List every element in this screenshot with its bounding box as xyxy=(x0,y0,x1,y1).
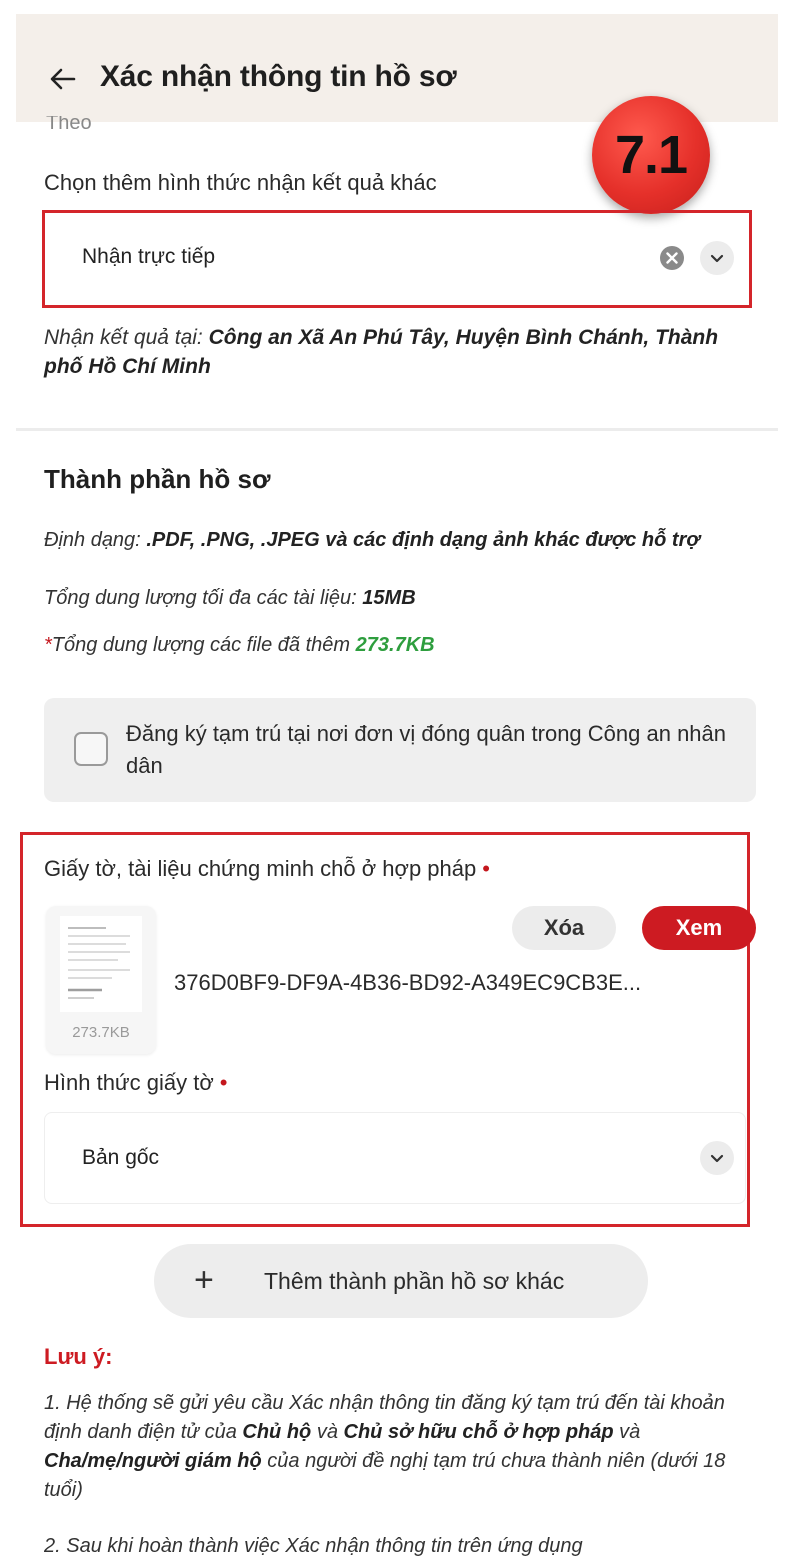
thumbnail-size: 273.7KB xyxy=(72,1024,130,1041)
notes-title: Lưu ý: xyxy=(44,1344,113,1369)
result-method-label: Chọn thêm hình thức nhận kết quả khác xyxy=(44,170,437,195)
delete-button[interactable]: Xóa xyxy=(512,906,616,950)
clear-icon[interactable] xyxy=(658,244,686,272)
chevron-down-icon xyxy=(710,254,724,263)
file-name: 376D0BF9-DF9A-4B36-BD92-A349EC9CB3E... xyxy=(174,970,642,995)
arrow-left-icon[interactable] xyxy=(48,64,78,94)
doc-type-value: Bản gốc xyxy=(82,1146,160,1169)
legal-doc-label: Giấy tờ, tài liệu chứng minh chỗ ở hợp p… xyxy=(44,856,490,882)
result-method-dropdown-button[interactable] xyxy=(700,241,734,275)
format-prefix: Định dạng: xyxy=(44,529,141,551)
page-title: Xác nhận thông tin hồ sơ xyxy=(100,60,457,93)
chevron-down-icon xyxy=(710,1154,724,1163)
max-size-info: Tổng dung lượng tối đa các tài liệu: 15M… xyxy=(44,585,744,612)
max-size-value: 15MB xyxy=(362,587,416,609)
note-1-residence-owner: Chủ sở hữu chỗ ở hợp pháp xyxy=(343,1421,614,1443)
format-info: Định dạng: .PDF, .PNG, .JPEG và các định… xyxy=(44,527,744,554)
document-thumbnail[interactable]: 273.7KB xyxy=(46,906,156,1054)
legal-doc-label-text: Giấy tờ, tài liệu chứng minh chỗ ở hợp p… xyxy=(44,856,477,881)
note-1-text-e: và xyxy=(613,1421,641,1443)
added-star: * xyxy=(44,634,52,656)
note-paragraph-1: 1. Hệ thống sẽ gửi yêu cầu Xác nhận thôn… xyxy=(44,1389,760,1505)
doc-type-dropdown-button[interactable] xyxy=(700,1141,734,1175)
doc-type-required-mark: • xyxy=(219,1070,228,1095)
added-prefix: Tổng dung lượng các file đã thêm xyxy=(51,634,351,656)
receive-at-prefix: Nhận kết quả tại: xyxy=(44,326,203,349)
result-method-select[interactable]: Nhận trực tiếp xyxy=(82,245,215,269)
add-document-button[interactable]: + Thêm thành phần hồ sơ khác xyxy=(154,1244,648,1318)
note-paragraph-2: 2. Sau khi hoàn thành việc Xác nhận thôn… xyxy=(44,1535,583,1557)
military-residence-label: Đăng ký tạm trú tại nơi đơn vị đóng quân… xyxy=(126,721,727,778)
note-1-guardian: Cha/mẹ/người giám hộ xyxy=(44,1450,262,1472)
max-size-prefix: Tổng dung lượng tối đa các tài liệu: xyxy=(44,587,357,609)
added-value: 273.7KB xyxy=(355,634,435,656)
view-button[interactable]: Xem xyxy=(642,906,756,950)
section-divider xyxy=(16,428,778,431)
receive-at-note: Nhận kết quả tại: Công an Xã An Phú Tây,… xyxy=(44,323,744,381)
format-value: .PDF, .PNG, .JPEG và các định dạng ảnh k… xyxy=(146,529,700,551)
plus-icon: + xyxy=(194,1261,214,1299)
add-document-label: Thêm thành phần hồ sơ khác xyxy=(264,1268,565,1294)
added-size-info: *Tổng dung lượng các file đã thêm 273.7K… xyxy=(44,632,744,659)
note-1-text-c: và xyxy=(311,1421,344,1443)
doc-type-label: Hình thức giấy tờ • xyxy=(44,1070,227,1096)
military-residence-option[interactable]: Đăng ký tạm trú tại nơi đơn vị đóng quân… xyxy=(44,698,756,802)
note-1-head-of-household: Chủ hộ xyxy=(242,1421,312,1443)
clipped-previous-text: Theo xyxy=(46,116,92,130)
step-badge: 7.1 xyxy=(592,96,710,214)
document-preview-icon xyxy=(60,916,142,1012)
doc-type-label-text: Hình thức giấy tờ xyxy=(44,1070,214,1095)
military-residence-checkbox[interactable] xyxy=(74,732,108,766)
required-mark: • xyxy=(482,856,490,881)
documents-section-title: Thành phần hồ sơ xyxy=(44,464,271,494)
